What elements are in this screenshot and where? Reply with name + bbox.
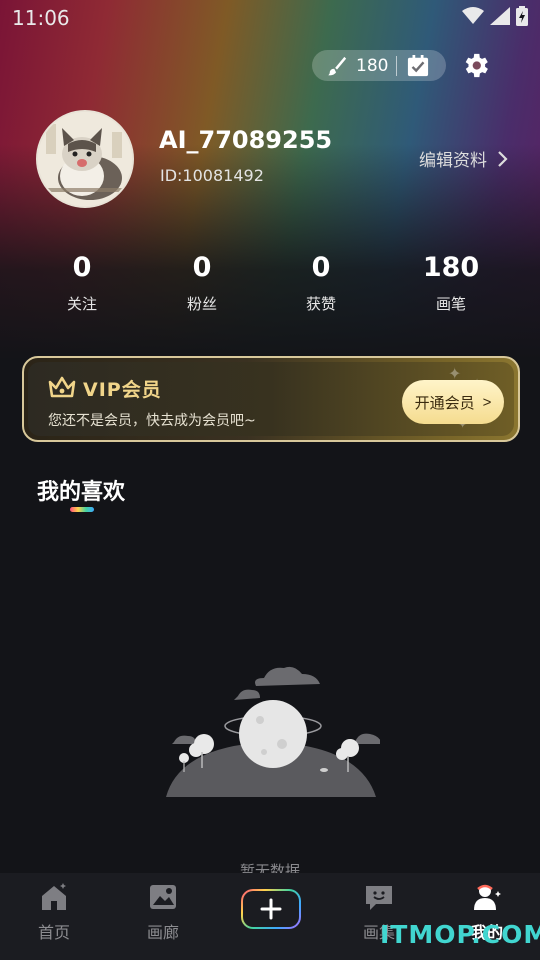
plus-icon xyxy=(260,898,282,920)
stat-label: 获赞 xyxy=(305,295,336,313)
home-icon xyxy=(42,883,66,910)
edit-profile-link[interactable]: 编辑资料 xyxy=(419,146,509,171)
empty-state-illustration xyxy=(166,666,380,797)
stat-following[interactable]: 0 关注 xyxy=(22,252,142,314)
stat-likes[interactable]: 0 获赞 xyxy=(261,252,381,314)
stat-label: 关注 xyxy=(66,295,97,313)
stat-value: 0 xyxy=(311,252,331,283)
stat-label: 粉丝 xyxy=(186,295,217,313)
edit-profile-label: 编辑资料 xyxy=(419,151,487,171)
settings-gear-icon[interactable] xyxy=(460,50,491,81)
wifi-icon xyxy=(462,7,484,24)
favorites-title: 我的喜欢 xyxy=(37,480,126,505)
brush-count: 180 xyxy=(356,55,389,76)
username: AI_77089255 xyxy=(159,126,333,154)
open-vip-button[interactable]: 开通会员 > xyxy=(402,380,504,424)
stat-fans[interactable]: 0 粉丝 xyxy=(142,252,262,314)
cat-avatar-image xyxy=(38,112,132,206)
brush-balance-pill[interactable]: 180 xyxy=(312,50,446,81)
watermark: ITMOP.COM xyxy=(380,920,540,949)
stat-value: 0 xyxy=(192,252,212,283)
crown-icon xyxy=(48,376,76,398)
battery-icon xyxy=(516,6,528,26)
tab-home[interactable]: 首页 xyxy=(14,883,94,943)
create-button[interactable] xyxy=(241,889,301,929)
vip-subtitle: 您还不是会员，快去成为会员吧~ xyxy=(48,413,256,429)
stats-row: 0 关注 0 粉丝 0 获赞 180 画笔 xyxy=(0,252,540,332)
status-bar: 11:06 xyxy=(0,0,540,36)
signal-icon xyxy=(490,7,510,25)
stat-value: 0 xyxy=(72,252,92,283)
brush-icon xyxy=(327,56,347,75)
status-icons xyxy=(462,6,528,26)
chevron-right-icon xyxy=(498,150,508,167)
open-vip-label: 开通会员 xyxy=(414,394,475,412)
stat-value: 180 xyxy=(422,252,480,283)
stat-brushes[interactable]: 180 画笔 xyxy=(391,252,511,314)
tab-label: 画廊 xyxy=(146,923,179,942)
open-vip-arrow: > xyxy=(482,393,492,411)
user-id: ID:10081492 xyxy=(160,166,264,185)
avatar[interactable] xyxy=(36,110,134,208)
album-icon xyxy=(366,886,392,910)
vip-title: VIP会员 xyxy=(83,379,162,401)
pill-divider xyxy=(396,55,398,76)
status-time: 11:06 xyxy=(12,6,70,30)
profile-icon xyxy=(474,884,501,910)
stat-label: 画笔 xyxy=(435,295,466,313)
tab-label: 首页 xyxy=(37,923,70,942)
gallery-icon xyxy=(150,885,176,909)
vip-card-inner: VIP会员 您还不是会员，快去成为会员吧~ ✦ ✦ ✦ 开通会员 > xyxy=(28,362,514,436)
checkin-icon[interactable] xyxy=(407,54,429,77)
vip-card[interactable]: VIP会员 您还不是会员，快去成为会员吧~ ✦ ✦ ✦ 开通会员 > xyxy=(22,356,520,442)
tab-gallery[interactable]: 画廊 xyxy=(123,883,203,943)
favorites-title-underline xyxy=(70,507,94,512)
